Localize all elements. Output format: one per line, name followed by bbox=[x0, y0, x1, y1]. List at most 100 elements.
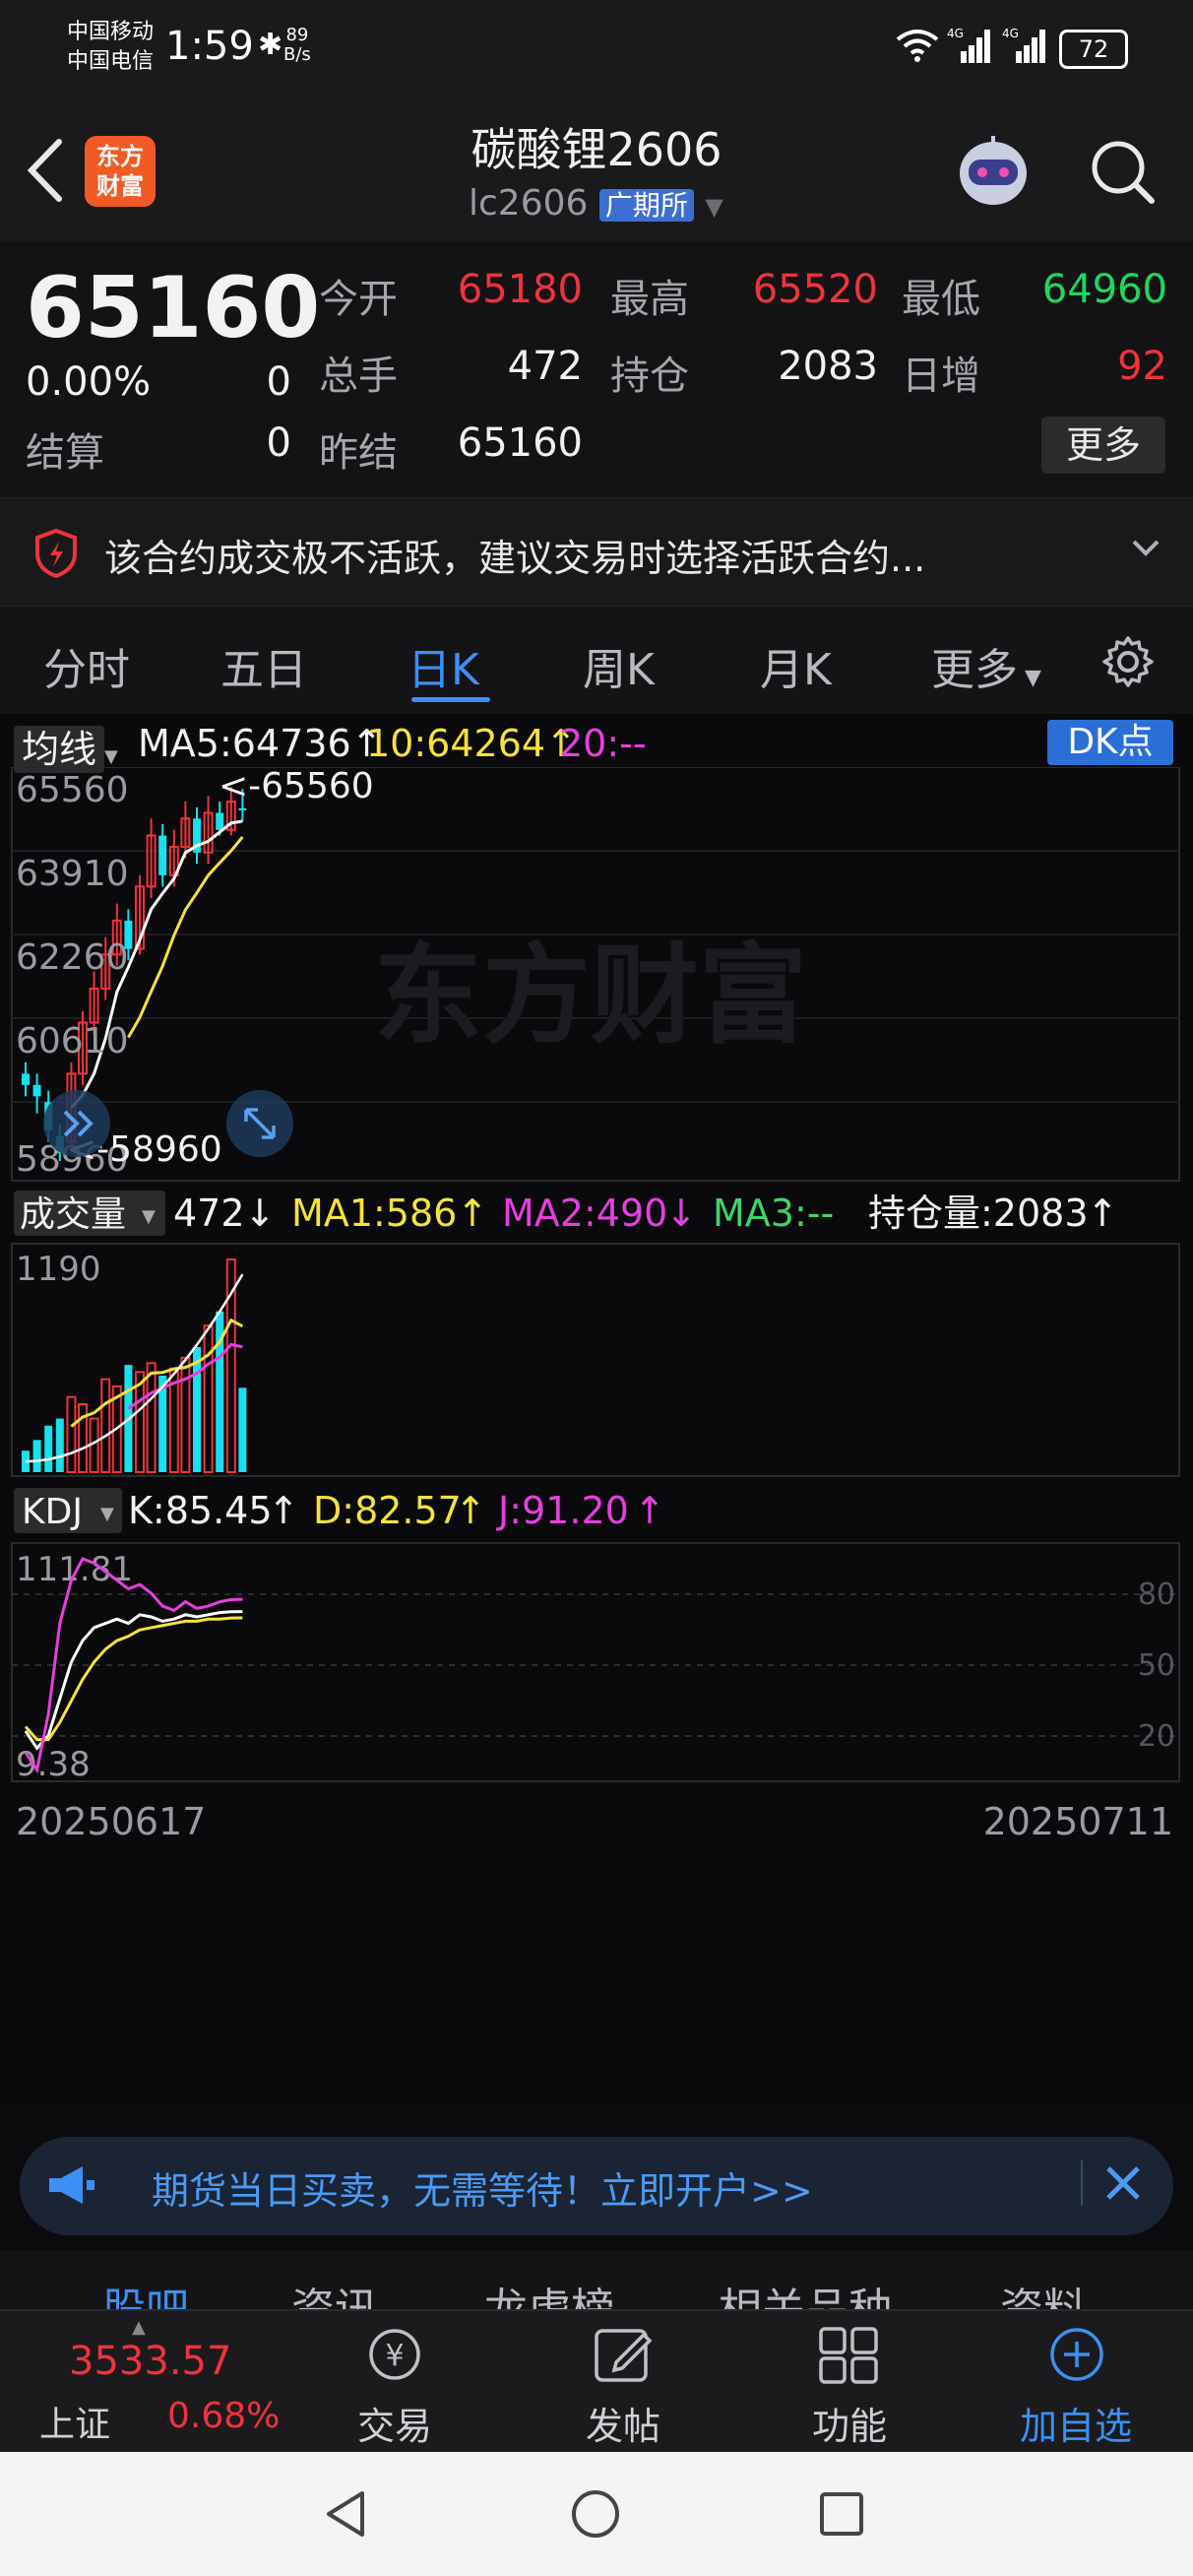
settle-value: 0 bbox=[266, 420, 291, 466]
fullscreen-icon[interactable] bbox=[226, 1090, 293, 1157]
volume-bar bbox=[193, 1346, 201, 1472]
volume-panel: 1190 bbox=[11, 1243, 1180, 1477]
sub-tab-dragon-tiger[interactable]: 龙虎榜 bbox=[484, 2274, 614, 2309]
volume-header: 成交量 ▼ 472 ↓ MA1:586 ↑ MA2:490 ↓ MA3:-- 持… bbox=[14, 1191, 1118, 1236]
wifi-icon bbox=[896, 28, 939, 67]
up-arrow-icon: ↑ bbox=[457, 1191, 488, 1235]
down-arrow-icon: ↓ bbox=[665, 1191, 697, 1235]
ma-indicator-selector[interactable]: 均线 ▼ bbox=[14, 719, 118, 773]
volume-bar bbox=[203, 1324, 214, 1473]
kline-panel: 东方财富 65560 63910 62260 60610 58960 <-655… bbox=[11, 767, 1180, 1182]
k-readout: K:85.45 bbox=[128, 1489, 273, 1532]
vol-ma2-line bbox=[127, 1342, 243, 1410]
active-tab-indicator bbox=[411, 697, 490, 702]
divider bbox=[1081, 2160, 1083, 2206]
search-button[interactable] bbox=[1089, 138, 1158, 211]
carrier-2: 中国电信 bbox=[67, 49, 155, 74]
open-account-banner[interactable]: 期货当日买卖，无需等待！立即开户>> bbox=[20, 2137, 1173, 2235]
period-tabs: 分时 五日 日K 周K 月K 更多 ▼ bbox=[0, 606, 1193, 715]
volume-bar bbox=[32, 1440, 41, 1472]
max-price-marker: <-65560 bbox=[219, 767, 374, 806]
caret-up-icon: ▲ bbox=[132, 2317, 146, 2338]
edit-post-icon bbox=[589, 2325, 658, 2388]
circle-home-icon bbox=[572, 2490, 619, 2538]
open-interest-value: 2083 bbox=[778, 344, 878, 389]
kdj-y-bottom: 9.38 bbox=[16, 1745, 91, 1784]
sub-tab-news[interactable]: 资讯 bbox=[291, 2274, 378, 2309]
sub-tab-profile[interactable]: 资料 bbox=[1000, 2274, 1087, 2309]
nav-add-watchlist[interactable]: 加自选 bbox=[1002, 2396, 1150, 2450]
daily-increase-value: 92 bbox=[1117, 344, 1167, 389]
volume-bar bbox=[146, 1362, 157, 1473]
bluetooth-icon: ✱ bbox=[258, 28, 283, 62]
prev-settle-label: 昨结 bbox=[319, 430, 398, 476]
contract-code[interactable]: lc2606 广期所 ▼ bbox=[469, 183, 723, 224]
chart-settings-button[interactable] bbox=[1100, 634, 1156, 693]
daily-increase-label: 日增 bbox=[902, 354, 980, 399]
volume-value: 472 bbox=[507, 344, 583, 389]
open-interest-readout: 持仓量:2083 bbox=[868, 1191, 1089, 1235]
close-banner-button[interactable] bbox=[1099, 2158, 1148, 2212]
volume-bar bbox=[100, 1378, 111, 1474]
grid-apps-icon bbox=[817, 2325, 880, 2388]
open-interest-label: 持仓 bbox=[610, 354, 689, 399]
tab-weekly-k[interactable]: 周K bbox=[583, 634, 655, 697]
low-label: 最低 bbox=[902, 277, 980, 322]
level-20-label: 20 bbox=[1138, 1719, 1175, 1754]
volume-indicator-label: 成交量 bbox=[20, 1194, 126, 1235]
nav-trade[interactable]: 交易 bbox=[321, 2396, 469, 2450]
expand-left-icon[interactable] bbox=[43, 1090, 110, 1157]
system-recents-button[interactable] bbox=[817, 2489, 866, 2543]
level-50-label: 50 bbox=[1138, 1648, 1175, 1683]
system-navigation-bar bbox=[0, 2452, 1193, 2576]
sub-tab-forum[interactable]: 股吧 bbox=[102, 2274, 189, 2309]
nav-functions[interactable]: 功能 bbox=[776, 2396, 923, 2450]
clock: 1:59 bbox=[165, 24, 254, 69]
tab-more[interactable]: 更多 ▼ bbox=[931, 634, 1041, 697]
more-quote-button[interactable]: 更多 bbox=[1041, 417, 1165, 474]
system-home-button[interactable] bbox=[569, 2487, 622, 2544]
change-pct: 0.00% bbox=[26, 359, 152, 405]
up-arrow-icon: ↑ bbox=[455, 1489, 486, 1532]
kdj-panel: 80 50 20 111.81 9.38 bbox=[11, 1542, 1180, 1784]
net-speed: 89 B/s bbox=[283, 25, 311, 65]
volume-bar bbox=[180, 1356, 191, 1473]
status-bar: 中国移动 中国电信 1:59 ✱ 89 B/s 4G 4G 72 bbox=[0, 0, 1193, 98]
sub-tab-related[interactable]: 相关品种 bbox=[719, 2274, 892, 2309]
carrier-info: 中国移动 中国电信 bbox=[67, 18, 154, 77]
svg-text:4G: 4G bbox=[947, 27, 964, 40]
inactive-contract-alert[interactable]: 该合约成交极不活跃，建议交易时选择活跃合约... bbox=[0, 497, 1193, 607]
volume-bar bbox=[44, 1425, 53, 1472]
nav-post[interactable]: 发帖 bbox=[549, 2396, 697, 2450]
shield-warning-icon bbox=[33, 528, 79, 583]
caret-down-icon: ▼ bbox=[142, 1206, 156, 1227]
quote-panel: 65160 0.00% 0 结算 0 今开 65180 最高 65520 最低 … bbox=[0, 241, 1193, 497]
chart-area[interactable]: 均线 ▼ MA5:64736↑ 10:64264↑ 20:-- DK点 东方财富 … bbox=[0, 714, 1193, 2102]
up-arrow-icon: ↑ bbox=[268, 1489, 299, 1532]
tab-monthly-k[interactable]: 月K bbox=[760, 634, 832, 697]
exchange-badge: 广期所 bbox=[598, 189, 694, 222]
open-label: 今开 bbox=[319, 277, 398, 322]
dk-point-button[interactable]: DK点 bbox=[1047, 720, 1173, 765]
settle-label: 结算 bbox=[26, 430, 104, 476]
chevron-down-icon[interactable] bbox=[1130, 536, 1162, 563]
tab-daily-k[interactable]: 日K bbox=[408, 634, 479, 697]
alert-text: 该合约成交极不活跃，建议交易时选择活跃合约... bbox=[104, 537, 926, 580]
battery-indicator: 72 bbox=[1059, 30, 1128, 69]
index-value[interactable]: 3533.57 bbox=[69, 2339, 231, 2384]
candle bbox=[158, 835, 167, 875]
gear-icon bbox=[1102, 636, 1154, 687]
volume-bar bbox=[55, 1418, 64, 1472]
tab-intraday[interactable]: 分时 bbox=[43, 634, 130, 697]
open-value: 65180 bbox=[457, 267, 583, 312]
robot-assistant-icon[interactable] bbox=[951, 130, 1036, 215]
volume-bar bbox=[66, 1395, 77, 1473]
kdj-indicator-label: KDJ bbox=[22, 1492, 83, 1532]
kdj-header: KDJ ▼ K:85.45 ↑ D:82.57 ↑ J:91.20 ↑ bbox=[14, 1488, 665, 1533]
tab-five-day[interactable]: 五日 bbox=[220, 634, 307, 697]
level-80-label: 80 bbox=[1138, 1578, 1175, 1612]
up-arrow-icon: ↑ bbox=[1087, 1191, 1118, 1235]
down-arrow-icon: ↓ bbox=[244, 1191, 276, 1235]
system-back-button[interactable] bbox=[321, 2487, 370, 2544]
index-name: 上证 bbox=[39, 2405, 111, 2445]
